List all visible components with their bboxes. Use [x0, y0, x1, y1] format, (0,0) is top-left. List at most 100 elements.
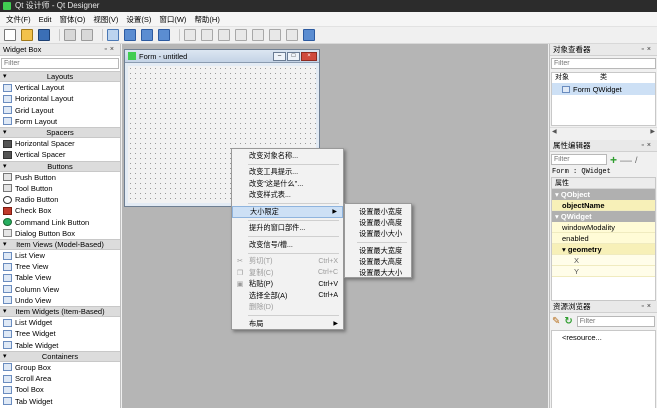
widget-tree-view[interactable]: Tree View	[0, 261, 120, 272]
widget-list-widget[interactable]: List Widget	[0, 317, 120, 328]
widget-vertical-spacer[interactable]: Vertical Spacer	[0, 149, 120, 160]
group-qwidget[interactable]: QWidget	[552, 211, 655, 222]
object-tree-row-form[interactable]: Form QWidget	[552, 83, 655, 95]
widget-list-view[interactable]: List View	[0, 250, 120, 261]
widget-column-view[interactable]: Column View	[0, 284, 120, 295]
open-folder-icon[interactable]	[21, 29, 33, 41]
menu-item-delete[interactable]: 删除(D)	[232, 302, 343, 314]
adjust-size-icon[interactable]	[303, 29, 315, 41]
layout-splitter-h-icon[interactable]	[218, 29, 230, 41]
dock-float-close-icon[interactable]: ▫×	[641, 142, 654, 149]
remove-property-icon[interactable]: —	[620, 154, 632, 166]
resource-filter-input[interactable]	[576, 316, 655, 327]
widget-push-button[interactable]: Push Button	[0, 172, 120, 183]
widget-box-filter-input[interactable]	[1, 58, 119, 69]
layout-form-icon[interactable]	[269, 29, 281, 41]
menu-item-layout[interactable]: 布局 ▶	[232, 318, 343, 330]
widget-check-box[interactable]: Check Box	[0, 205, 120, 216]
dock-float-close-icon[interactable]: ▫×	[641, 303, 654, 310]
property-geometry-y[interactable]: Y	[552, 266, 655, 277]
reload-icon[interactable]: ↻	[564, 316, 572, 327]
edit-resources-icon[interactable]: ✎	[552, 316, 560, 327]
widget-vertical-layout[interactable]: Vertical Layout	[0, 82, 120, 93]
layout-horizontal-icon[interactable]	[184, 29, 196, 41]
scroll-right-icon[interactable]: ▶	[650, 128, 655, 135]
group-qobject[interactable]: QObject	[552, 189, 655, 200]
widget-undo-view[interactable]: Undo View	[0, 295, 120, 306]
menu-item-size-constraints[interactable]: 大小限定 ▶	[232, 206, 343, 218]
category-buttons[interactable]: Buttons	[0, 160, 120, 172]
redo-icon[interactable]	[81, 29, 93, 41]
menu-item-set-max-width[interactable]: 设置最大宽度	[345, 245, 411, 256]
save-icon[interactable]	[38, 29, 50, 41]
menu-view[interactable]: 视图(V)	[89, 12, 122, 27]
menu-item-paste[interactable]: ▣ 粘贴(P) Ctrl+V	[232, 279, 343, 291]
widget-table-widget[interactable]: Table Widget	[0, 340, 120, 351]
widget-horizontal-spacer[interactable]: Horizontal Spacer	[0, 138, 120, 149]
edit-signals-slots-icon[interactable]	[124, 29, 136, 41]
menu-item-set-max-size[interactable]: 设置最大大小	[345, 267, 411, 278]
menu-window[interactable]: 窗口(W)	[155, 12, 190, 27]
widget-tab-widget[interactable]: Tab Widget	[0, 395, 120, 406]
menu-file[interactable]: 文件(F)	[2, 12, 35, 27]
layout-vertical-icon[interactable]	[201, 29, 213, 41]
property-filter-input[interactable]	[551, 154, 607, 165]
menu-item-set-min-width[interactable]: 设置最小宽度	[345, 206, 411, 217]
menu-item-select-all[interactable]: 选择全部(A) Ctrl+A	[232, 290, 343, 302]
property-geometry[interactable]: geometry	[552, 244, 655, 255]
property-window-modality[interactable]: windowModality	[552, 222, 655, 233]
widget-radio-button[interactable]: Radio Button	[0, 194, 120, 205]
widget-tool-box[interactable]: Tool Box	[0, 384, 120, 395]
new-file-icon[interactable]	[4, 29, 16, 41]
category-layouts[interactable]: Layouts	[0, 71, 120, 83]
widget-grid-layout[interactable]: Grid Layout	[0, 105, 120, 116]
widget-horizontal-layout[interactable]: Horizontal Layout	[0, 93, 120, 104]
close-icon[interactable]: ×	[301, 51, 317, 61]
menu-form[interactable]: 窗体(O)	[56, 12, 90, 27]
widget-tree-widget[interactable]: Tree Widget	[0, 328, 120, 339]
edit-widgets-icon[interactable]	[107, 29, 119, 41]
menu-edit[interactable]: Edit	[35, 12, 56, 27]
widget-form-layout[interactable]: Form Layout	[0, 116, 120, 127]
menu-help[interactable]: 帮助(H)	[190, 12, 223, 27]
minimize-icon[interactable]: –	[273, 51, 286, 61]
category-item-widgets[interactable]: Item Widgets (Item-Based)	[0, 305, 120, 318]
break-layout-icon[interactable]	[286, 29, 298, 41]
undo-icon[interactable]	[64, 29, 76, 41]
category-spacers[interactable]: Spacers	[0, 126, 120, 139]
object-inspector-filter-input[interactable]	[551, 58, 656, 69]
widget-tool-button[interactable]: Tool Button	[0, 183, 120, 194]
horizontal-scrollbar[interactable]: ◀ ▶	[550, 127, 657, 135]
menu-item-cut[interactable]: ✂ 剪切(T) Ctrl+X	[232, 256, 343, 268]
menu-settings[interactable]: 设置(S)	[122, 12, 155, 27]
menu-item-change-tooltip[interactable]: 改变工具提示...	[232, 167, 343, 179]
widget-table-view[interactable]: Table View	[0, 272, 120, 283]
dock-float-close-icon[interactable]: ▫×	[641, 46, 654, 53]
scroll-left-icon[interactable]: ◀	[552, 128, 557, 135]
menu-item-set-min-height[interactable]: 设置最小高度	[345, 217, 411, 228]
configure-icon[interactable]: /	[635, 155, 638, 165]
menu-item-copy[interactable]: ❐ 复制(C) Ctrl+C	[232, 267, 343, 279]
menu-item-set-min-size[interactable]: 设置最小大小	[345, 229, 411, 240]
property-geometry-x[interactable]: X	[552, 255, 655, 266]
property-object-name[interactable]: objectName	[552, 200, 655, 211]
menu-item-set-max-height[interactable]: 设置最大高度	[345, 256, 411, 267]
resource-root-item[interactable]: <resource...	[562, 333, 602, 342]
widget-dialog-button-box[interactable]: Dialog Button Box	[0, 228, 120, 239]
widget-scroll-area[interactable]: Scroll Area	[0, 373, 120, 384]
edit-buddies-icon[interactable]	[141, 29, 153, 41]
widget-command-link-button[interactable]: Command Link Button	[0, 216, 120, 227]
add-property-icon[interactable]: +	[610, 154, 617, 166]
maximize-icon[interactable]: □	[287, 51, 300, 61]
menu-item-promote-to[interactable]: 提升的窗口部件...	[232, 223, 343, 235]
dock-float-close-icon[interactable]: ▫×	[104, 46, 117, 53]
layout-splitter-v-icon[interactable]	[235, 29, 247, 41]
menu-item-change-whats-this[interactable]: 改变"这是什么"...	[232, 178, 343, 190]
property-enabled[interactable]: enabled	[552, 233, 655, 244]
layout-grid-icon[interactable]	[252, 29, 264, 41]
form-title-bar[interactable]: Form - untitled – □ ×	[125, 50, 319, 63]
edit-tab-order-icon[interactable]	[158, 29, 170, 41]
category-containers[interactable]: Containers	[0, 350, 120, 362]
widget-group-box[interactable]: Group Box	[0, 362, 120, 373]
menu-item-change-stylesheet[interactable]: 改变样式表...	[232, 190, 343, 202]
